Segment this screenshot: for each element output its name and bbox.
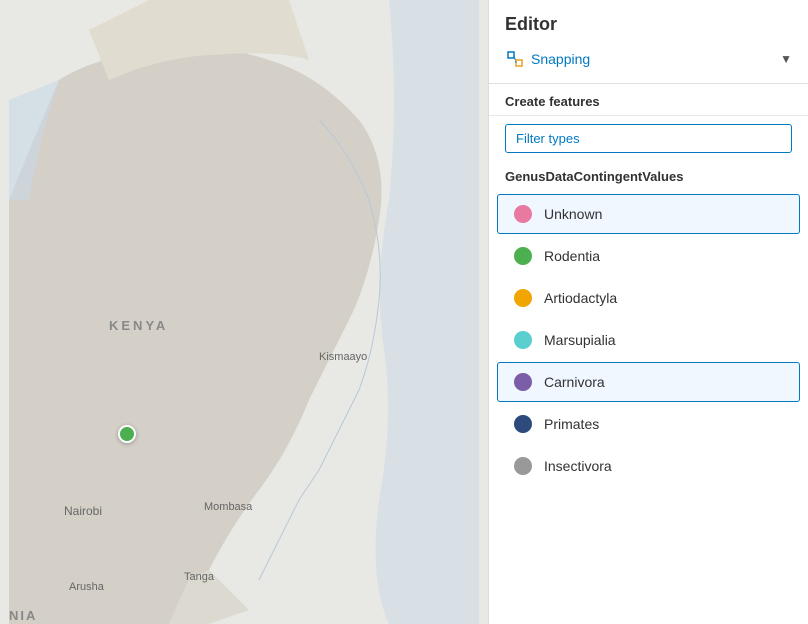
svg-text:Arusha: Arusha	[69, 581, 105, 593]
feature-item-carnivora[interactable]: Carnivora	[497, 362, 800, 402]
feature-name-carnivora: Carnivora	[544, 374, 605, 390]
feature-dot-unknown	[514, 205, 532, 223]
feature-item-marsupialia[interactable]: Marsupialia	[497, 320, 800, 360]
feature-item-unknown[interactable]: Unknown	[497, 194, 800, 234]
feature-item-primates[interactable]: Primates	[497, 404, 800, 444]
snapping-label[interactable]: Snapping	[531, 51, 590, 67]
snapping-icon	[505, 49, 525, 69]
feature-list: Unknown Rodentia Artiodactyla Marsupialia Ca…	[489, 188, 808, 624]
feature-name-unknown: Unknown	[544, 206, 602, 222]
map-area[interactable]: KENYA Nairobi Kismaayo Arusha Mombasa Ta…	[0, 0, 488, 624]
map-svg: KENYA Nairobi Kismaayo Arusha Mombasa Ta…	[0, 0, 488, 624]
svg-text:Tanga: Tanga	[184, 571, 215, 583]
dropdown-arrow-icon[interactable]: ▼	[780, 52, 792, 66]
feature-name-rodentia: Rodentia	[544, 248, 600, 264]
feature-name-insectivora: Insectivora	[544, 458, 612, 474]
feature-name-marsupialia: Marsupialia	[544, 332, 616, 348]
section-label: GenusDataContingentValues	[489, 161, 808, 188]
feature-dot-artiodactyla	[514, 289, 532, 307]
svg-text:Mombasa: Mombasa	[204, 501, 253, 513]
feature-dot-insectivora	[514, 457, 532, 475]
feature-dot-rodentia	[514, 247, 532, 265]
snapping-row: Snapping ▼	[505, 45, 792, 73]
feature-name-primates: Primates	[544, 416, 599, 432]
snapping-left: Snapping	[505, 49, 590, 69]
map-marker	[118, 425, 136, 443]
feature-item-insectivora[interactable]: Insectivora	[497, 446, 800, 486]
feature-dot-primates	[514, 415, 532, 433]
feature-dot-carnivora	[514, 373, 532, 391]
svg-text:KENYA: KENYA	[109, 318, 168, 333]
feature-item-rodentia[interactable]: Rodentia	[497, 236, 800, 276]
feature-name-artiodactyla: Artiodactyla	[544, 290, 617, 306]
editor-header: Editor Snapping ▼	[489, 0, 808, 84]
filter-input[interactable]	[505, 124, 792, 153]
feature-dot-marsupialia	[514, 331, 532, 349]
feature-item-artiodactyla[interactable]: Artiodactyla	[497, 278, 800, 318]
filter-container	[489, 116, 808, 161]
editor-title: Editor	[505, 14, 792, 35]
svg-text:NIA: NIA	[9, 608, 37, 623]
editor-panel: Editor Snapping ▼ Create features GenusD…	[488, 0, 808, 624]
svg-text:Nairobi: Nairobi	[64, 504, 102, 518]
create-features-label: Create features	[489, 84, 808, 116]
svg-text:Kismaayo: Kismaayo	[319, 351, 367, 363]
